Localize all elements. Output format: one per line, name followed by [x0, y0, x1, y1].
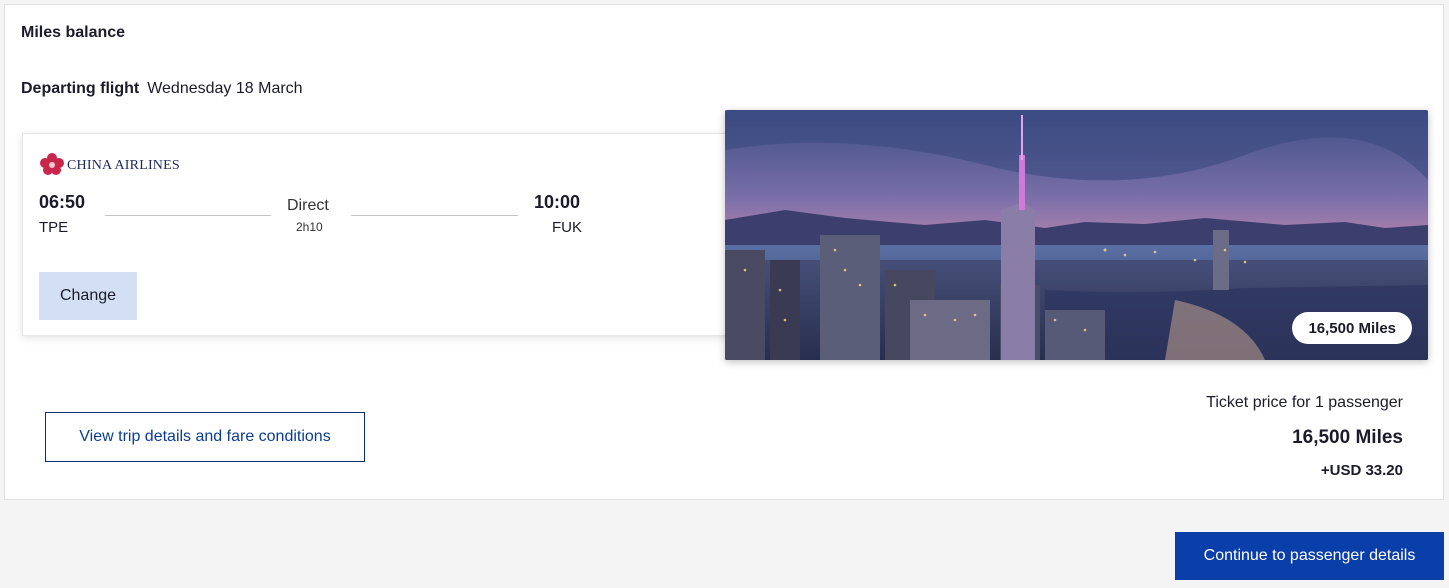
departure-time: 06:50 — [39, 192, 86, 212]
route-line-left — [105, 215, 271, 216]
ticket-price-miles: 16,500 Miles — [1292, 427, 1403, 448]
departure-airport-code: TPE — [39, 219, 69, 236]
stops-label: Direct — [287, 197, 329, 214]
departing-flight-date: Wednesday 18 March — [147, 80, 303, 97]
departing-flight-heading: Departing flight Wednesday 18 March — [21, 80, 303, 98]
plum-blossom-logo-icon — [39, 152, 65, 181]
route-line-right — [351, 215, 518, 216]
change-flight-button[interactable]: Change — [39, 272, 137, 320]
arrival-time: 10:00 — [534, 192, 581, 212]
destination-image: 16,500 Miles — [725, 110, 1428, 360]
flight-duration: 2h10 — [296, 220, 323, 234]
view-trip-details-button[interactable]: View trip details and fare conditions — [45, 412, 365, 462]
ticket-price-label: Ticket price for 1 passenger — [1206, 394, 1403, 411]
miles-balance-heading: Miles balance — [21, 24, 126, 41]
ticket-price-usd: +USD 33.20 — [1320, 462, 1403, 479]
arrival-airport-code: FUK — [552, 219, 582, 236]
miles-booking-panel: Miles balance Departing flight Wednesday … — [4, 4, 1444, 500]
destination-miles-badge: 16,500 Miles — [1292, 312, 1412, 344]
departing-flight-label: Departing flight — [21, 80, 140, 97]
flight-card: CHINA AIRLINES 06:50 TPE Direct 2h10 10:… — [22, 133, 742, 336]
continue-to-passenger-details-button[interactable]: Continue to passenger details — [1175, 532, 1444, 580]
airline-name: CHINA AIRLINES — [67, 158, 180, 173]
airline-logo: CHINA AIRLINES — [39, 152, 180, 181]
